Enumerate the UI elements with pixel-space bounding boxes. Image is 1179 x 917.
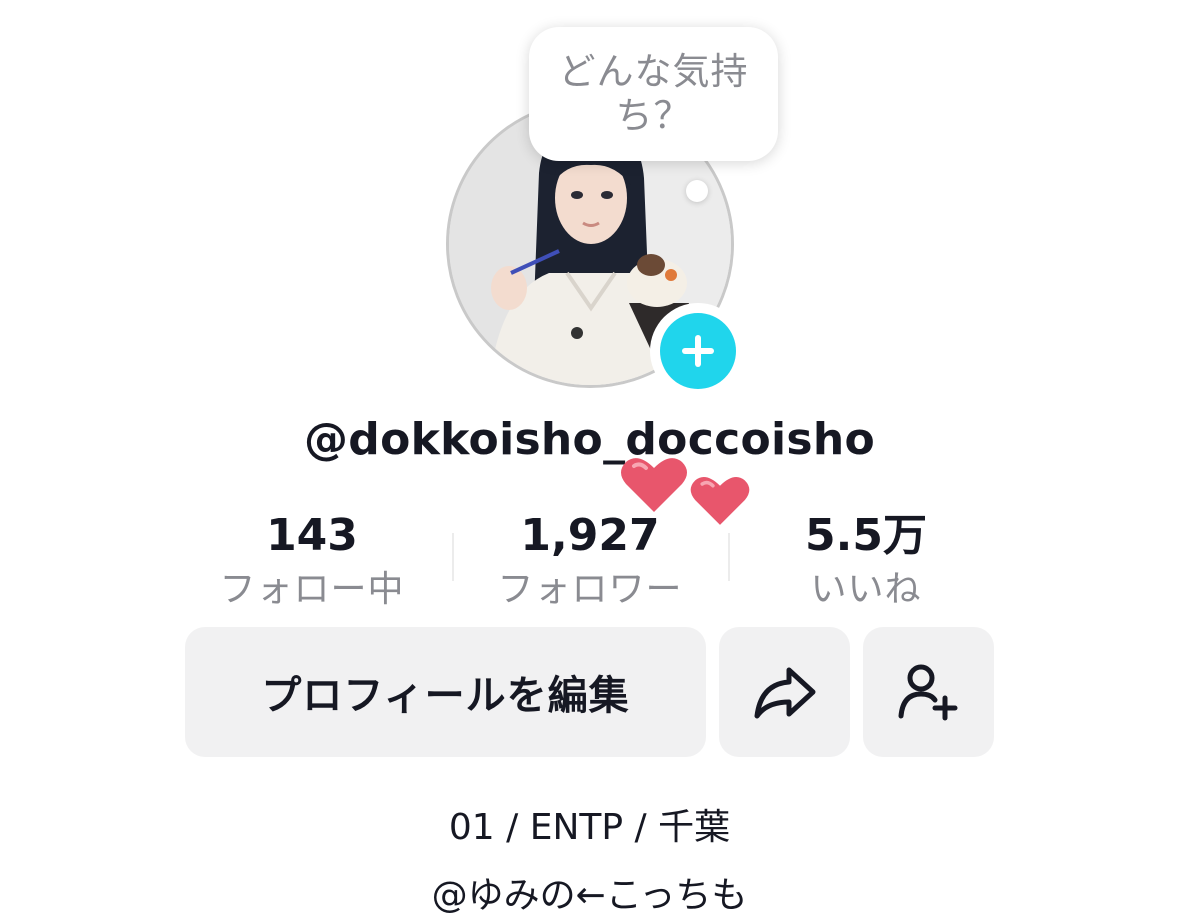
following-count: 143 (266, 510, 358, 561)
plus-icon (660, 313, 736, 389)
add-friend-button[interactable] (863, 627, 994, 757)
followers-count: 1,927 (520, 510, 660, 561)
share-arrow-icon (754, 667, 815, 719)
add-person-icon (898, 664, 957, 721)
username: @dokkoisho_doccoisho (303, 414, 876, 465)
bubble-tail-dot (686, 180, 708, 202)
share-profile-button[interactable] (719, 627, 850, 757)
edit-profile-button[interactable]: プロフィールを編集 (185, 627, 706, 757)
stat-divider (728, 533, 730, 581)
likes-label: いいね (810, 569, 922, 610)
likes-count: 5.5万 (805, 510, 927, 561)
stat-divider (452, 533, 454, 581)
stat-likes[interactable]: 5.5万 いいね (746, 508, 986, 616)
following-label: フォロー中 (219, 569, 405, 610)
followers-label: フォロワー (497, 569, 683, 610)
mood-prompt-text: どんな気持ち？ (558, 50, 749, 137)
profile-page: どんな気持ち？ @dokkoisho_doccoisho 143 フォロー中 1… (0, 0, 1179, 917)
add-story-button[interactable] (650, 303, 746, 399)
heart-icon (690, 477, 750, 525)
stat-following[interactable]: 143 フォロー中 (192, 508, 432, 616)
mood-prompt-bubble[interactable]: どんな気持ち？ (529, 27, 778, 161)
bio-line: 01 / ENTP / 千葉 (448, 807, 731, 848)
heart-icon (621, 458, 687, 512)
bio-mention-link[interactable]: @ゆみの←こっちも (0, 866, 1179, 917)
stat-followers[interactable]: 1,927 フォロワー (470, 508, 710, 616)
